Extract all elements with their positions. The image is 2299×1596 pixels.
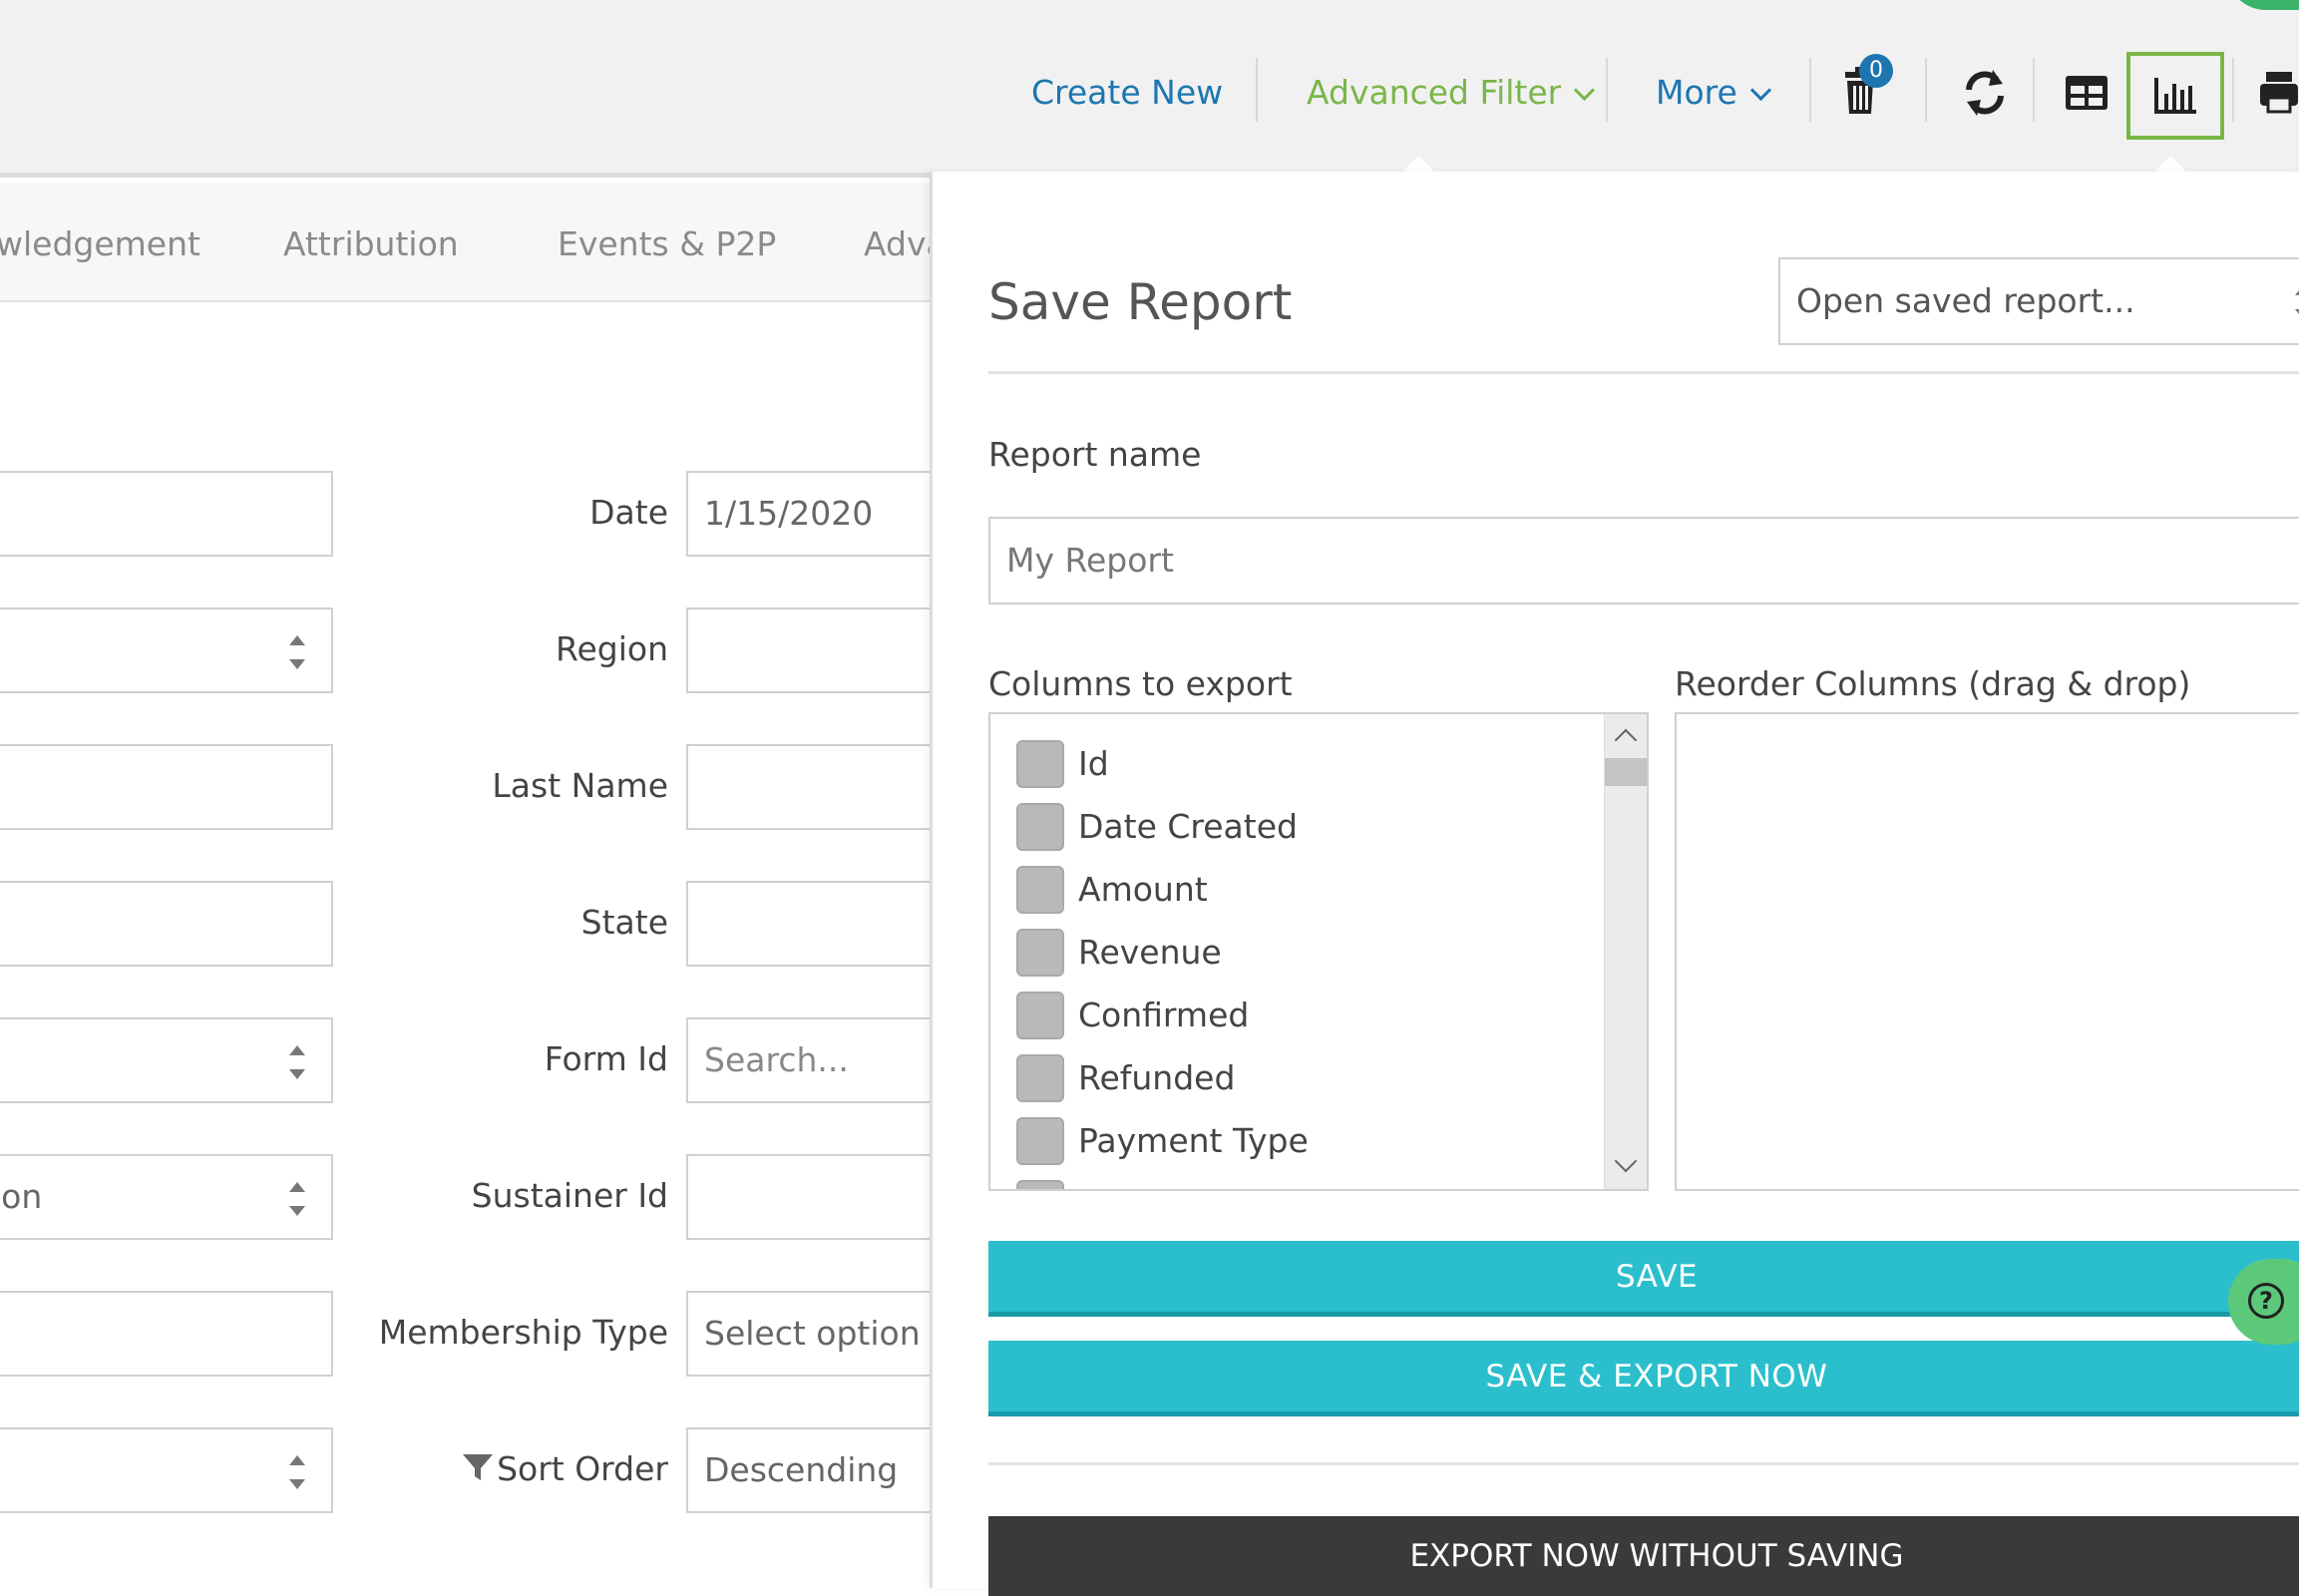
membership-type-label: Membership Type xyxy=(378,1313,668,1352)
open-saved-report-select[interactable]: Open saved report... xyxy=(1778,257,2299,345)
checkbox[interactable] xyxy=(1016,1117,1064,1165)
more-label: More xyxy=(1656,73,1737,112)
save-export-now-button[interactable]: SAVE & EXPORT NOW xyxy=(988,1341,2299,1416)
date-input[interactable]: 1/15/2020 xyxy=(686,471,946,557)
chevron-down-icon xyxy=(1749,79,1771,102)
create-new-link[interactable]: Create New xyxy=(1031,68,1223,118)
sort-order-label: Sort Order xyxy=(497,1449,668,1488)
save-button[interactable]: SAVE xyxy=(988,1241,2299,1317)
checkbox[interactable] xyxy=(1016,1180,1064,1189)
column-option-label: Revenue xyxy=(1078,933,1222,972)
state-input[interactable] xyxy=(686,881,946,967)
toolbar-divider xyxy=(1925,58,1927,122)
last-name-input[interactable] xyxy=(686,744,946,830)
reorder-columns-label: Reorder Columns (drag & drop) xyxy=(1675,664,2191,703)
toolbar-divider xyxy=(1606,58,1608,122)
chart-view-button[interactable] xyxy=(2126,52,2224,140)
checkbox[interactable] xyxy=(1016,1054,1064,1102)
tab-events-p2p[interactable]: Events & P2P xyxy=(558,224,776,263)
more-dropdown[interactable]: More xyxy=(1656,68,1771,118)
panel-divider xyxy=(988,371,2299,374)
checkbox[interactable] xyxy=(1016,866,1064,914)
advanced-filter-dropdown[interactable]: Advanced Filter xyxy=(1307,68,1596,118)
sustainer-id-label: Sustainer Id xyxy=(471,1176,668,1215)
column-option-label: Confirmed xyxy=(1078,996,1250,1034)
tab-acknowledgement[interactable]: wledgement xyxy=(0,224,200,263)
panel-divider xyxy=(988,1462,2299,1465)
select-arrows-icon xyxy=(2293,285,2299,319)
refresh-button[interactable] xyxy=(1955,62,2015,122)
export-without-saving-button[interactable]: EXPORT NOW WITHOUT SAVING xyxy=(988,1516,2299,1596)
toolbar-divider xyxy=(2033,58,2035,122)
checkbox[interactable] xyxy=(1016,740,1064,788)
question-circle-icon[interactable]: ? xyxy=(2248,1283,2284,1319)
columns-to-export-label: Columns to export xyxy=(988,664,1293,703)
toolbar-divider xyxy=(2232,58,2234,122)
column-option-label: Payment Type xyxy=(1078,1121,1309,1160)
table-icon xyxy=(2066,76,2107,110)
form-id-label: Form Id xyxy=(544,1039,668,1078)
toolbar-divider xyxy=(1809,58,1811,122)
sustainer-id-input[interactable] xyxy=(686,1154,946,1240)
advanced-filter-label: Advanced Filter xyxy=(1307,73,1562,112)
column-option-label: Date Created xyxy=(1078,807,1298,846)
sort-order-label-wrap: Sort Order xyxy=(269,1449,668,1488)
checkbox[interactable] xyxy=(1016,992,1064,1039)
checkbox[interactable] xyxy=(1016,929,1064,977)
reorder-columns-dropzone[interactable] xyxy=(1675,712,2299,1191)
report-name-label: Report name xyxy=(988,435,1202,474)
left-select-value: ion xyxy=(0,1177,43,1216)
last-name-label: Last Name xyxy=(492,766,668,805)
scroll-up-icon[interactable] xyxy=(1614,728,1638,752)
scroll-down-icon[interactable] xyxy=(1614,1149,1638,1173)
region-input[interactable] xyxy=(686,607,946,693)
panel-title: Save Report xyxy=(988,273,1293,331)
toolbar-divider xyxy=(1256,58,1258,122)
report-name-input[interactable]: My Report xyxy=(988,517,2299,604)
state-label: State xyxy=(580,903,668,942)
column-option-label: Amount xyxy=(1078,870,1208,909)
region-label: Region xyxy=(556,629,668,668)
column-option-label: Refunded xyxy=(1078,1058,1236,1097)
sort-order-select[interactable]: Descending xyxy=(686,1427,946,1513)
table-view-button[interactable] xyxy=(2057,62,2116,122)
trash-count-badge: 0 xyxy=(1859,54,1893,88)
open-saved-report-value: Open saved report... xyxy=(1796,281,2135,320)
chevron-down-icon xyxy=(1574,79,1596,102)
columns-to-export-list[interactable]: Id Date Created Amount Revenue Confirmed… xyxy=(988,712,1649,1191)
corner-badge xyxy=(2226,0,2299,10)
form-id-search-input[interactable]: Search... xyxy=(686,1017,946,1103)
columns-scrollbar[interactable] xyxy=(1604,714,1647,1189)
top-toolbar: Create New Advanced Filter More 0 xyxy=(0,0,2299,178)
tab-attribution[interactable]: Attribution xyxy=(283,224,459,263)
column-option-label: Id xyxy=(1078,744,1109,783)
save-report-panel: Save Report Open saved report... Report … xyxy=(930,172,2299,1596)
scroll-thumb[interactable] xyxy=(1605,758,1647,786)
date-label: Date xyxy=(589,493,668,532)
filter-funnel-icon xyxy=(463,1454,494,1480)
bar-chart-icon xyxy=(2154,78,2196,114)
print-button[interactable] xyxy=(2256,62,2299,122)
checkbox[interactable] xyxy=(1016,803,1064,851)
print-icon xyxy=(2260,72,2298,114)
refresh-icon xyxy=(1966,70,2004,116)
membership-type-select[interactable]: Select option xyxy=(686,1291,946,1377)
